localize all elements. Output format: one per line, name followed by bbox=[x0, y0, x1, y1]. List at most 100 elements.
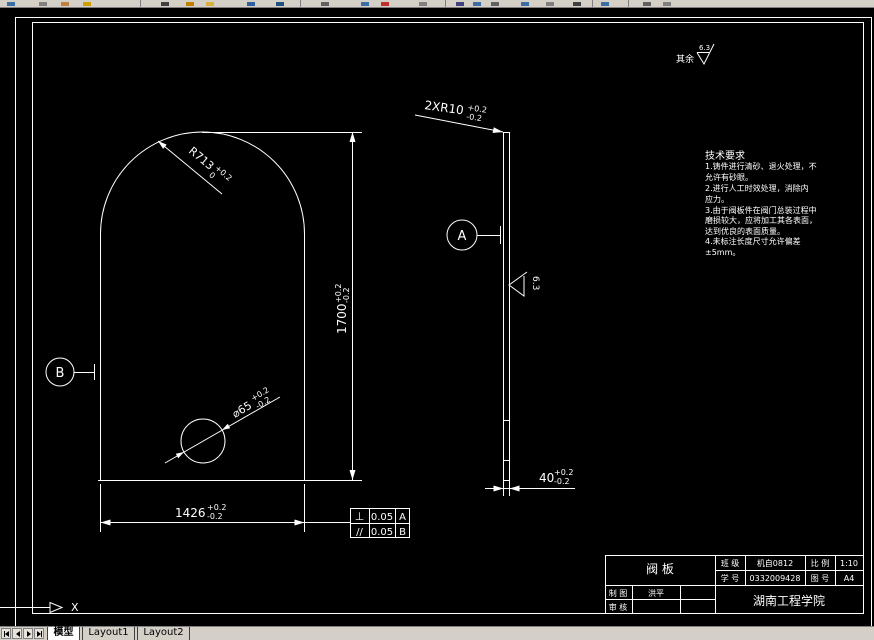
toolbar-icon bbox=[643, 2, 651, 6]
thickness-lower-tolerance: -0.2 bbox=[554, 477, 570, 486]
tech-requirements-line: ±5mm。 bbox=[705, 248, 740, 257]
toolbar-icon bbox=[61, 2, 69, 6]
thickness-value: 40 bbox=[539, 471, 554, 485]
toolbar-separator bbox=[592, 0, 593, 7]
toolbar-button[interactable] bbox=[642, 0, 652, 7]
width-arrow-left bbox=[100, 519, 111, 526]
class-label: 班 级 bbox=[721, 558, 740, 568]
thickness-arrow-right bbox=[509, 485, 520, 492]
previous-tab-button[interactable] bbox=[12, 628, 22, 639]
toolbar-button[interactable] bbox=[246, 0, 256, 7]
corner-leader bbox=[414, 114, 504, 133]
tech-requirements-line: 2.进行人工时效处理，消除内 bbox=[705, 183, 809, 193]
toolbar-icon bbox=[491, 2, 499, 6]
roughness-note-value: 6.3 bbox=[699, 44, 710, 52]
last-tab-button[interactable] bbox=[34, 628, 44, 639]
hole-value: ⌀65 bbox=[230, 399, 254, 421]
toolbar-button[interactable] bbox=[662, 0, 672, 7]
tab-layout1[interactable]: Layout1 bbox=[82, 627, 135, 640]
toolbar-icon bbox=[7, 2, 15, 6]
school-name: 湖南工程学院 bbox=[753, 593, 825, 608]
width-dimension-text[interactable]: 1426 +0.2 -0.2 bbox=[175, 503, 226, 521]
first-tab-button[interactable] bbox=[1, 628, 11, 639]
tech-requirements: 技术要求 1.铸件进行清砂、退火处理，不 允许有砂眼。 2.进行人工时效处理，消… bbox=[705, 149, 817, 257]
section-a-label: A bbox=[458, 229, 467, 244]
autocad-window: 其余 6.3 技术要求 1.铸件进行清砂、退火处理，不 允许有砂眼。 2.进行人… bbox=[0, 0, 874, 640]
tech-requirements-line: 磨损较大，应将加工其各表面， bbox=[705, 215, 817, 225]
toolbar-button[interactable] bbox=[185, 0, 195, 7]
class-value: 机自0812 bbox=[757, 558, 793, 568]
toolbar-separator bbox=[445, 0, 446, 7]
thickness-dimension-text[interactable]: 40 +0.2 -0.2 bbox=[539, 468, 573, 486]
toolbar-icon bbox=[546, 2, 554, 6]
toolbar-button[interactable] bbox=[418, 0, 428, 7]
height-value: 1700 bbox=[335, 303, 349, 334]
tolerance-symbol-parallel: // bbox=[356, 527, 363, 538]
toolbar-button[interactable] bbox=[82, 0, 92, 7]
toolbar-button[interactable] bbox=[60, 0, 70, 7]
toolbar-button[interactable] bbox=[38, 0, 48, 7]
drawing-canvas[interactable]: 其余 6.3 技术要求 1.铸件进行清砂、退火处理，不 允许有砂眼。 2.进行人… bbox=[0, 0, 874, 640]
corner-value: 2XR10 bbox=[424, 98, 465, 117]
tech-requirements-line: 3.由于阀板件在阀门总装过程中 bbox=[705, 205, 817, 215]
height-arrow-bottom bbox=[349, 470, 356, 480]
thickness-upper-tolerance: +0.2 bbox=[554, 468, 573, 477]
toolbar-button[interactable] bbox=[275, 0, 285, 7]
tolerance-datum: B bbox=[399, 527, 406, 538]
toolbar-separator bbox=[300, 0, 301, 7]
toolbar-icon bbox=[321, 2, 329, 6]
tab-model[interactable]: 模型 bbox=[47, 627, 80, 640]
hole-arrow-upper bbox=[222, 423, 231, 430]
toolbar bbox=[0, 0, 874, 8]
toolbar-button[interactable] bbox=[380, 0, 390, 7]
toolbar-button[interactable] bbox=[320, 0, 330, 7]
tech-requirements-line: 达到优良的表面质量。 bbox=[705, 226, 785, 236]
hole-dimension-text[interactable]: ⌀65 +0.2 -0.2 bbox=[229, 385, 276, 423]
plate-outline[interactable] bbox=[100, 131, 305, 480]
toolbar-icon bbox=[83, 2, 91, 6]
drawn-by-label: 制 图 bbox=[609, 588, 628, 598]
toolbar-button[interactable] bbox=[6, 0, 16, 7]
toolbar-button[interactable] bbox=[160, 0, 170, 7]
toolbar-icon bbox=[473, 2, 481, 6]
next-tab-icon bbox=[27, 631, 31, 637]
tolerance-value: 0.05 bbox=[371, 512, 393, 523]
toolbar-button[interactable] bbox=[600, 0, 610, 7]
hole-arrow-lower bbox=[175, 452, 184, 459]
width-value: 1426 bbox=[175, 506, 206, 520]
toolbar-icon bbox=[573, 2, 581, 6]
roughness-note-label: 其余 bbox=[676, 53, 694, 65]
toolbar-button[interactable] bbox=[545, 0, 555, 7]
corner-dimension-text[interactable]: 2XR10 +0.2 -0.2 bbox=[423, 97, 488, 124]
side-roughness-text: 6.3 bbox=[530, 276, 540, 290]
student-id-label: 学 号 bbox=[721, 573, 740, 583]
tolerance-symbol-perpendicular: ⊥ bbox=[355, 510, 365, 523]
previous-tab-icon bbox=[16, 631, 20, 637]
toolbar-button[interactable] bbox=[455, 0, 465, 7]
tab-layout2[interactable]: Layout2 bbox=[137, 627, 190, 640]
toolbar-button[interactable] bbox=[360, 0, 370, 7]
last-tab-icon bbox=[41, 631, 42, 637]
drawn-by-value: 洪平 bbox=[648, 588, 664, 598]
height-arrow-top bbox=[349, 132, 356, 142]
toolbar-button[interactable] bbox=[520, 0, 530, 7]
part-name: 阀 板 bbox=[646, 562, 674, 576]
scale-label: 比 例 bbox=[811, 558, 830, 568]
toolbar-button[interactable] bbox=[205, 0, 215, 7]
toolbar-button[interactable] bbox=[490, 0, 500, 7]
side-roughness-icon bbox=[508, 271, 528, 297]
toolbar-button[interactable] bbox=[472, 0, 482, 7]
tech-requirements-line: 允许有砂眼。 bbox=[705, 172, 753, 182]
section-b-label: B bbox=[56, 366, 65, 381]
layout-tab-bar: 模型 Layout1 Layout2 bbox=[0, 626, 874, 640]
tech-requirements-line: 1.铸件进行清砂、退火处理，不 bbox=[705, 161, 817, 171]
ucs-arrow-icon bbox=[49, 601, 64, 614]
height-lower-tolerance: -0.2 bbox=[342, 287, 351, 303]
tolerance-datum: A bbox=[399, 512, 406, 523]
height-dimension-text[interactable]: 1700 +0.2 -0.2 bbox=[334, 284, 351, 334]
next-tab-button[interactable] bbox=[23, 628, 33, 639]
student-id-value: 0332009428 bbox=[750, 574, 801, 583]
ucs-x-label: X bbox=[71, 601, 79, 614]
toolbar-icon bbox=[521, 2, 529, 6]
toolbar-button[interactable] bbox=[572, 0, 582, 7]
